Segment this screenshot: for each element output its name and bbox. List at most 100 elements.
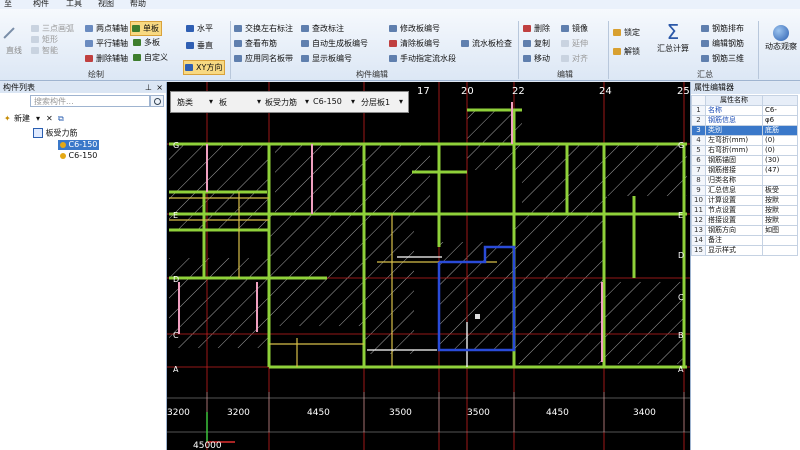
clear-number-button[interactable]: 清除板编号 [388, 37, 440, 50]
dynamic-view-button[interactable]: 动态观察 [762, 25, 800, 52]
table-row[interactable]: 12 搭接设置 按默 [691, 215, 798, 226]
view-rebar-button[interactable]: 查看布筋 [233, 37, 277, 50]
cell-v[interactable]: φ6 [762, 115, 798, 126]
table-row[interactable]: 15 显示样式 [691, 245, 798, 256]
manual-segment-button[interactable]: 手动指定流水段 [388, 52, 456, 65]
summary-calc-button[interactable]: Σ 汇总计算 [655, 21, 691, 54]
axis-label: 25 [677, 86, 690, 97]
slab-grip[interactable] [475, 314, 480, 319]
auto-number-button[interactable]: 自动生成板编号 [300, 37, 368, 50]
cell-v[interactable] [762, 235, 798, 246]
cell-v[interactable]: 按默 [762, 205, 798, 216]
floor-plan-drawing[interactable]: 17 20 22 24 25 G E D C A G E D C B A 320… [167, 82, 690, 450]
delete-icon[interactable]: ✕ [46, 112, 53, 125]
type-select[interactable]: 板 [219, 97, 227, 108]
drawing-canvas[interactable]: 17 20 22 24 25 G E D C A G E D C B A 320… [167, 82, 690, 450]
table-row[interactable]: 14 备注 [691, 235, 798, 246]
table-row[interactable]: 13 钢筋方向 如图 [691, 225, 798, 236]
menu-item-view[interactable]: 视图 [98, 0, 114, 9]
delete-axis-button[interactable]: 删除辅轴 [84, 52, 128, 65]
table-row[interactable]: 11 节点设置 按默 [691, 205, 798, 216]
table-row[interactable]: 5 右弯折(mm) (0) [691, 145, 798, 156]
view-icon [234, 40, 242, 47]
menu-item-help[interactable]: 帮助 [130, 0, 146, 9]
pin-icon[interactable]: ⊥ [145, 82, 152, 93]
two-point-axis-button[interactable]: 两点辅轴 [84, 22, 128, 35]
cell-v[interactable]: 板受 [762, 185, 798, 196]
cell-v[interactable]: 如图 [762, 225, 798, 236]
extend-button[interactable]: 延伸 [560, 37, 588, 50]
parallel-axis-button[interactable]: 平行辅轴 [84, 37, 128, 50]
rebar-layout-button[interactable]: 钢筋排布 [700, 22, 744, 35]
layer-select[interactable]: 分层板1 [361, 97, 390, 108]
move-button[interactable]: 移动 [522, 52, 550, 65]
chevron-down-icon[interactable]: ▾ [351, 97, 355, 106]
lock-button[interactable]: 锁定 [612, 26, 640, 39]
new-button[interactable]: 新建 [14, 112, 30, 125]
apply-same-name-button[interactable]: 应用同名板带 [233, 52, 293, 65]
table-row[interactable]: 10 计算设置 按默 [691, 195, 798, 206]
table-row[interactable]: 6 钢筋锚固 (30) [691, 155, 798, 166]
custom-button[interactable]: 自定义 [132, 51, 168, 64]
table-row[interactable]: 2 钢筋信息 φ6 [691, 115, 798, 126]
check-label-button[interactable]: 查改标注 [300, 22, 344, 35]
table-row[interactable]: 9 汇总信息 板受 [691, 185, 798, 196]
vertical-button[interactable]: 垂直 [185, 39, 213, 52]
chevron-down-icon[interactable]: ▾ [305, 97, 309, 106]
component-select[interactable]: C6-150 [313, 97, 342, 106]
table-row[interactable]: 3 类别 底筋 [691, 125, 798, 136]
cell-v[interactable]: 按默 [762, 195, 798, 206]
show-icon [301, 55, 309, 62]
cell-v[interactable]: 底筋 [762, 125, 798, 136]
search-input[interactable]: 搜索构件... [30, 95, 150, 107]
cell-v[interactable]: (0) [762, 145, 798, 156]
chevron-down-icon[interactable]: ▾ [209, 97, 213, 106]
close-icon[interactable]: × [156, 82, 163, 93]
search-button[interactable] [150, 95, 164, 107]
cell-v[interactable] [762, 245, 798, 256]
table-row[interactable]: 7 钢筋搭接 (47) [691, 165, 798, 176]
xy-direction-button[interactable]: XY方向 [183, 60, 226, 75]
swap-label-button[interactable]: 交换左右标注 [233, 22, 293, 35]
cell-v[interactable]: 按默 [762, 215, 798, 226]
horizontal-button[interactable]: 水平 [185, 22, 213, 35]
copy-button[interactable]: 复制 [522, 37, 550, 50]
segment-check-button[interactable]: 流水板检查 [460, 37, 512, 50]
tree-item[interactable]: C6-150 [58, 151, 99, 161]
menu-item-tools[interactable]: 工具 [66, 0, 82, 9]
menu-item-component[interactable]: 构件 [33, 0, 49, 9]
cell-v[interactable]: (47) [762, 165, 798, 176]
cell-v[interactable] [762, 175, 798, 186]
rect-button[interactable]: 矩形 [30, 33, 58, 46]
align-button[interactable]: 对齐 [560, 52, 588, 65]
menu-item[interactable]: 至 [4, 0, 12, 9]
unlock-button[interactable]: 解锁 [612, 45, 640, 58]
single-board-button[interactable]: 单板 [130, 21, 162, 36]
show-number-button[interactable]: 显示板编号 [300, 52, 352, 65]
cell-v[interactable]: (30) [762, 155, 798, 166]
tree-root[interactable]: 板受力筋 [33, 128, 78, 139]
multi-board-button[interactable]: 多板 [132, 36, 160, 49]
delete-button[interactable]: 删除 [522, 22, 550, 35]
edit-rebar-button[interactable]: 编辑钢筋 [700, 37, 744, 50]
table-row[interactable]: 8 归类名称 [691, 175, 798, 186]
line-button[interactable]: 直线 [2, 27, 26, 56]
cell-v[interactable]: (0) [762, 135, 798, 146]
mirror-button[interactable]: 镜像 [560, 22, 588, 35]
dim-label: 4450 [307, 408, 330, 418]
search-icon [154, 98, 161, 105]
chevron-down-icon[interactable]: ▾ [399, 97, 403, 106]
cell-v[interactable]: C6- [762, 105, 798, 116]
modify-number-button[interactable]: 修改板编号 [388, 22, 440, 35]
dropdown-icon[interactable]: ▾ [36, 112, 40, 125]
copy-icon[interactable]: ⧉ [58, 112, 64, 125]
chevron-down-icon[interactable]: ▾ [257, 97, 261, 106]
tree-item-selected[interactable]: C6-150 [58, 140, 100, 150]
category-select[interactable]: 筋类 [177, 97, 193, 108]
subtype-select[interactable]: 板受力筋 [265, 97, 297, 108]
rebar-3d-button[interactable]: 钢筋三维 [700, 52, 744, 65]
table-row[interactable]: 1 名称 C6- [691, 105, 798, 116]
table-row[interactable]: 4 左弯折(mm) (0) [691, 135, 798, 146]
layout-icon [701, 25, 709, 32]
cell-k: 汇总信息 [705, 185, 763, 196]
